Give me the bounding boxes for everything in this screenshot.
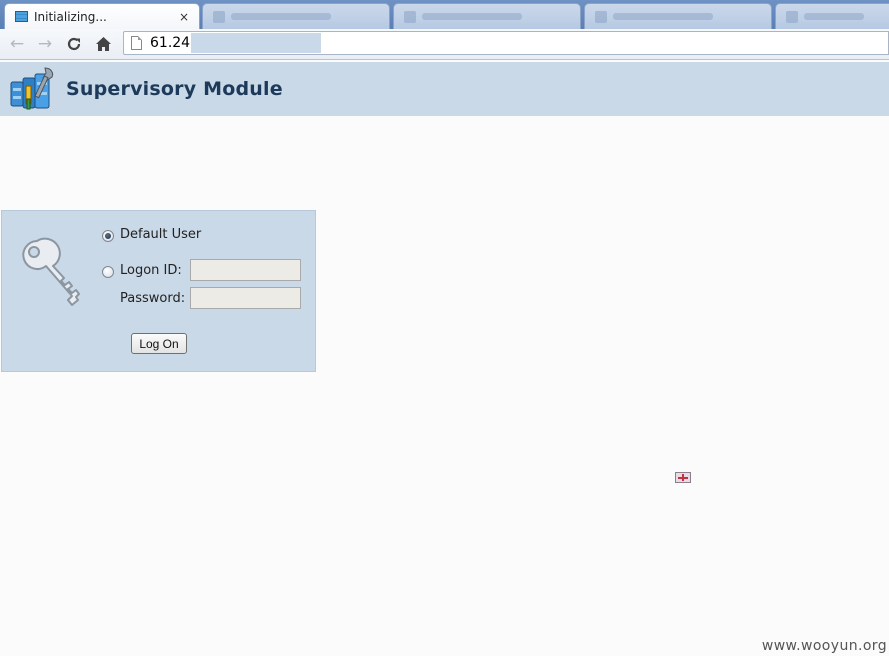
home-icon[interactable] (91, 32, 115, 56)
tab-title-obscured (231, 13, 331, 20)
tab-favicon-icon (404, 10, 416, 23)
browser-toolbar: ← → 61.24 (0, 29, 889, 60)
app-favicon-icon (15, 11, 28, 22)
tab-favicon-icon (595, 10, 607, 23)
tab-background-1[interactable] (202, 3, 390, 29)
supervisory-tools-logo-icon (10, 67, 54, 110)
tab-title-obscured (422, 13, 522, 20)
logon-id-radio[interactable] (102, 266, 114, 278)
address-bar[interactable]: 61.24 (123, 31, 889, 55)
tab-background-3[interactable] (584, 3, 772, 29)
tab-favicon-icon (213, 10, 225, 23)
forward-arrow-icon[interactable]: → (33, 32, 57, 56)
tab-background-4[interactable] (775, 3, 889, 29)
address-url: 61.24 (150, 35, 191, 51)
tab-title-obscured (804, 13, 864, 20)
tab-favicon-icon (786, 10, 798, 23)
default-user-radio[interactable] (102, 230, 114, 242)
address-url-redacted (191, 33, 322, 53)
page-icon (131, 36, 142, 50)
tab-title: Initializing... (34, 9, 107, 24)
password-input[interactable] (190, 287, 301, 309)
tab-strip: Initializing... × (0, 0, 889, 29)
app-header: Supervisory Module (0, 62, 889, 116)
logon-id-input[interactable] (190, 259, 301, 281)
close-tab-icon[interactable]: × (179, 10, 189, 24)
broken-image-icon (675, 472, 691, 483)
tab-initializing[interactable]: Initializing... × (4, 3, 200, 29)
login-panel: Default User Logon ID: Password: Log On (1, 210, 316, 372)
password-label: Password: (120, 291, 186, 306)
log-on-button[interactable]: Log On (131, 333, 187, 354)
page-title: Supervisory Module (66, 78, 283, 100)
watermark: www.wooyun.org (761, 638, 887, 654)
reload-icon[interactable] (62, 32, 86, 56)
tab-background-2[interactable] (393, 3, 581, 29)
default-user-label: Default User (120, 227, 202, 242)
back-arrow-icon[interactable]: ← (5, 32, 29, 56)
key-icon (22, 237, 80, 306)
logon-id-label: Logon ID: (120, 263, 182, 278)
tab-title-obscured (613, 13, 713, 20)
